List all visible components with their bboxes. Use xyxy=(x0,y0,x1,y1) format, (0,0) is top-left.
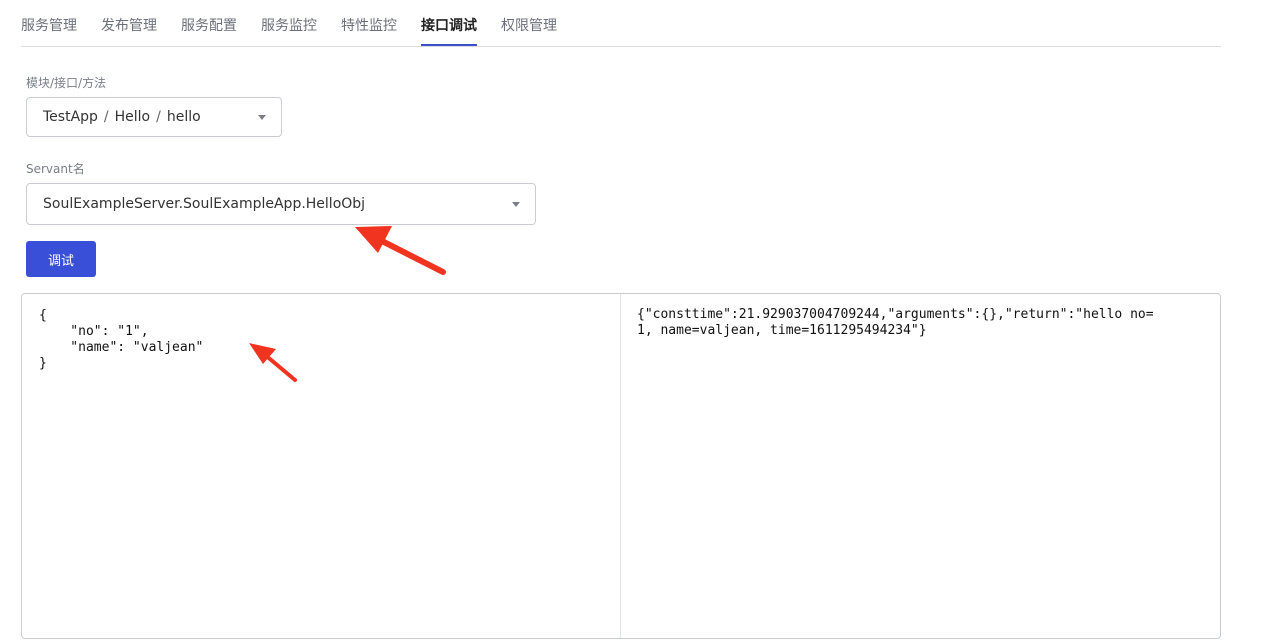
caret-down-icon xyxy=(512,202,520,207)
module-segment: TestApp xyxy=(43,109,98,125)
debug-button[interactable]: 调试 xyxy=(26,241,96,277)
servant-label: Servant名 xyxy=(26,162,85,176)
tab-release-management[interactable]: 发布管理 xyxy=(101,15,157,46)
top-nav-tabs: 服务管理 发布管理 服务配置 服务监控 特性监控 接口调试 权限管理 xyxy=(21,0,1221,47)
interface-segment: Hello xyxy=(114,109,151,125)
module-path-select[interactable]: TestApp / Hello / hello xyxy=(26,97,282,137)
module-path-label: 模块/接口/方法 xyxy=(26,76,107,90)
caret-down-icon xyxy=(258,115,266,120)
tab-service-config[interactable]: 服务配置 xyxy=(181,15,237,46)
interface-debug-page: 服务管理 发布管理 服务配置 服务监控 特性监控 接口调试 权限管理 模块/接口… xyxy=(0,0,1275,642)
path-separator: / xyxy=(156,109,161,125)
tab-feature-monitor[interactable]: 特性监控 xyxy=(341,15,397,46)
request-body-input[interactable]: { "no": "1", "name": "valjean" } xyxy=(39,308,620,628)
servant-value: SoulExampleServer.SoulExampleApp.HelloOb… xyxy=(43,196,366,212)
path-separator: / xyxy=(103,109,109,125)
response-output: {"consttime":21.929037004709244,"argumen… xyxy=(637,307,1154,338)
module-path-value: TestApp / Hello / hello xyxy=(43,109,201,125)
request-pane: { "no": "1", "name": "valjean" } xyxy=(22,294,621,638)
red-arrow-icon xyxy=(355,226,446,275)
tab-permission-management[interactable]: 权限管理 xyxy=(501,15,557,46)
tab-service-monitor[interactable]: 服务监控 xyxy=(261,15,317,46)
method-segment: hello xyxy=(166,109,201,125)
tab-service-management[interactable]: 服务管理 xyxy=(21,15,77,46)
response-pane: {"consttime":21.929037004709244,"argumen… xyxy=(621,294,1220,638)
servant-select[interactable]: SoulExampleServer.SoulExampleApp.HelloOb… xyxy=(26,183,536,225)
debug-editor: { "no": "1", "name": "valjean" } {"const… xyxy=(21,293,1221,639)
tab-interface-debug[interactable]: 接口调试 xyxy=(421,15,477,46)
